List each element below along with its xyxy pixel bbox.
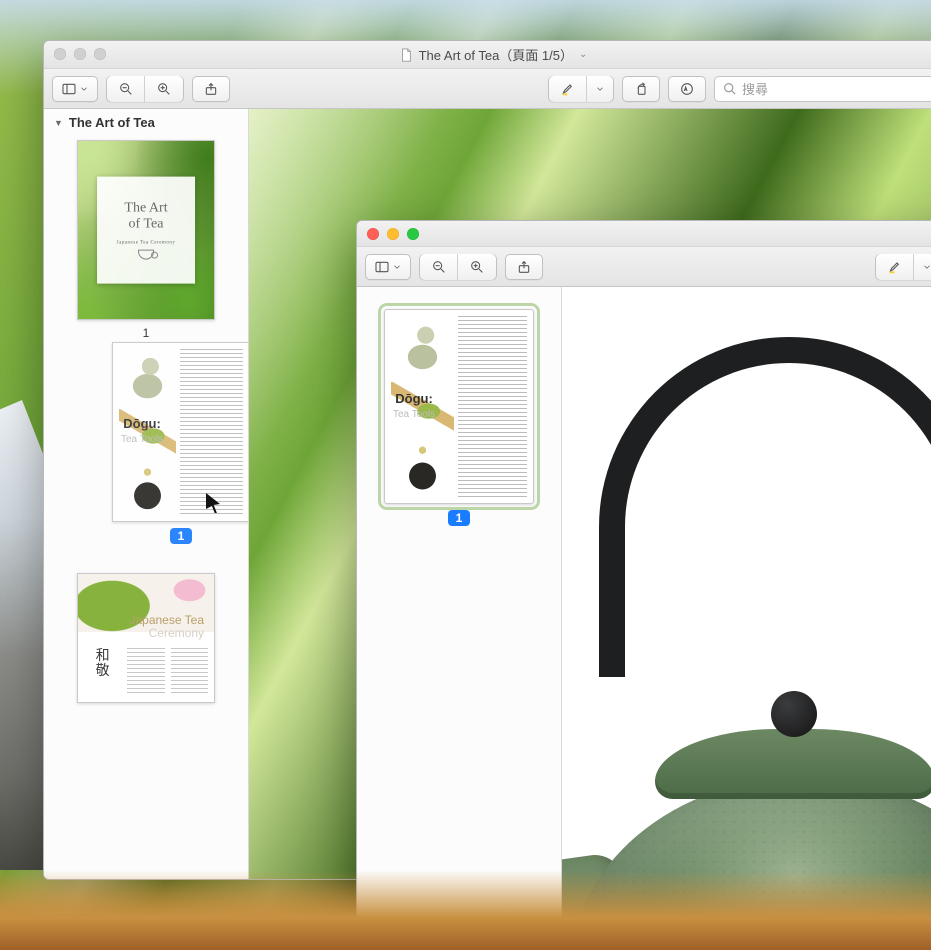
thumbnail-sidebar[interactable]: ▼ The Art of Tea The Art of Tea Japanese…	[44, 109, 249, 879]
window-controls	[367, 228, 419, 240]
kanji-glyphs: 和 敬	[84, 648, 121, 696]
thumbnail-page-2-dragging[interactable]: Dōgu: Tea Tools 1	[112, 342, 249, 545]
minimize-button[interactable]	[387, 228, 399, 240]
share-button[interactable]	[192, 76, 230, 102]
zoom-button[interactable]	[407, 228, 419, 240]
zoom-in-button[interactable]	[458, 254, 496, 280]
search-field[interactable]: 搜尋	[714, 76, 931, 102]
highlight-menu-button[interactable]	[914, 254, 931, 280]
zoom-out-button[interactable]	[420, 254, 458, 280]
zoom-group	[106, 76, 184, 102]
teacup-icon	[138, 249, 154, 259]
sidebar-toggle-button[interactable]	[52, 76, 98, 102]
close-button[interactable]	[367, 228, 379, 240]
zoom-group	[419, 254, 497, 280]
page-number: 1	[77, 326, 215, 340]
zoom-out-button[interactable]	[107, 76, 145, 102]
highlight-group	[875, 254, 931, 280]
share-button[interactable]	[505, 254, 543, 280]
search-icon	[723, 82, 736, 95]
highlight-group	[548, 76, 614, 102]
sidebar-toggle-button[interactable]	[365, 254, 411, 280]
drag-count-badge: 1	[170, 528, 193, 544]
page-number-badge: 1	[448, 510, 471, 526]
desktop-wallpaper: The Art of Tea（頁面 1/5） ⌄	[0, 0, 931, 950]
markup-button[interactable]	[668, 76, 706, 102]
thumbnail-page-1[interactable]: The Art of Tea Japanese Tea Ceremony 1	[77, 140, 215, 340]
highlight-button[interactable]	[549, 76, 587, 102]
document-disclosure[interactable]: ▼ The Art of Tea	[44, 109, 248, 136]
document-proxy-icon[interactable]	[399, 48, 413, 62]
teapot-icon	[119, 349, 176, 407]
titlebar[interactable]: The Art of Tea（頁面 1/5） ⌄	[44, 41, 931, 69]
thumbnail-sidebar[interactable]: Dōgu: Tea Tools 1	[357, 287, 562, 950]
highlight-button[interactable]	[876, 254, 914, 280]
toolbar	[357, 247, 931, 287]
document-name: The Art of Tea	[69, 115, 155, 130]
window-title: The Art of Tea（頁面 1/5）	[419, 45, 573, 64]
disclosure-triangle-icon: ▼	[54, 118, 63, 128]
teapot-icon	[391, 316, 454, 380]
titlebar[interactable]	[357, 221, 931, 247]
toolbar: 搜尋	[44, 69, 931, 109]
cover-card: The Art of Tea Japanese Tea Ceremony	[97, 177, 195, 284]
preview-window-front: Dōgu: Tea Tools 1	[356, 220, 931, 950]
highlight-menu-button[interactable]	[587, 76, 613, 102]
minimize-button[interactable]	[74, 48, 86, 60]
tea-jar-icon	[119, 460, 176, 515]
title-dropdown-chevron-icon[interactable]: ⌄	[579, 49, 587, 60]
zoom-button[interactable]	[94, 48, 106, 60]
close-button[interactable]	[54, 48, 66, 60]
thumbnail-page-3[interactable]: Japanese Tea Ceremony 和 敬	[77, 573, 215, 703]
tea-jar-icon	[391, 437, 454, 497]
rotate-button[interactable]	[622, 76, 660, 102]
zoom-in-button[interactable]	[145, 76, 183, 102]
document-canvas[interactable]	[562, 287, 931, 950]
teapot-illustration	[562, 337, 931, 950]
search-placeholder: 搜尋	[742, 79, 768, 98]
thumbnail-page-1[interactable]: Dōgu: Tea Tools 1	[384, 309, 534, 527]
window-controls	[54, 48, 106, 60]
